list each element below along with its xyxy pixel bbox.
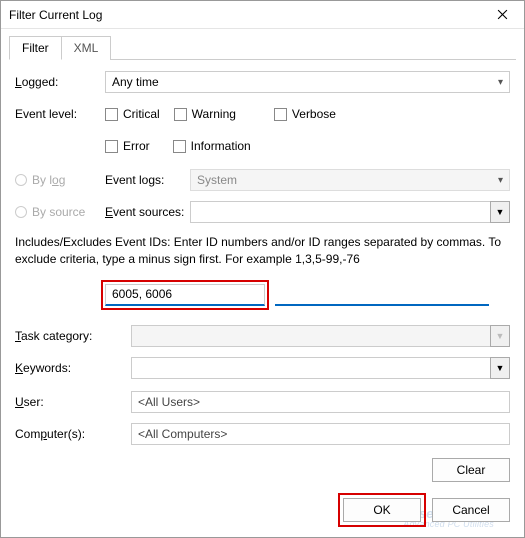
ok-button[interactable]: OK [343,498,421,522]
task-category-select[interactable]: ▼ [131,325,510,347]
input-underline [275,304,489,306]
cancel-button[interactable]: Cancel [432,498,510,522]
radio-by-log: By log [15,173,105,187]
dropdown-button: ▼ [490,325,510,347]
chevron-down-icon: ▾ [498,175,503,186]
logged-value: Any time [112,75,159,89]
checkbox-icon [105,108,118,121]
event-id-instructions: Includes/Excludes Event IDs: Enter ID nu… [15,234,510,268]
checkbox-icon [274,108,287,121]
label-event-logs: Event logs: [105,173,190,187]
label-computers: Computer(s): [15,427,131,441]
chevron-down-icon: ▾ [498,77,503,88]
event-sources-select[interactable]: ▼ [190,201,510,223]
clear-button[interactable]: Clear [432,458,510,482]
window-title: Filter Current Log [9,8,102,22]
checkbox-label-information: Information [191,139,251,153]
computers-input[interactable]: <All Computers> [131,423,510,445]
logged-select[interactable]: Any time ▾ [105,71,510,93]
radio-icon [15,174,27,186]
keywords-select[interactable]: ▼ [131,357,510,379]
checkbox-error[interactable]: Error [105,139,150,153]
user-input[interactable]: <All Users> [131,391,510,413]
label-event-sources: Event sources: [105,205,190,219]
event-ids-input[interactable] [105,284,265,306]
tab-content: Logged: Any time ▾ Event level: Critical… [1,60,524,492]
checkbox-information[interactable]: Information [173,139,251,153]
checkbox-label-verbose: Verbose [292,107,336,121]
task-category-value [131,325,490,347]
tab-strip: Filter XML [9,35,516,60]
dropdown-button[interactable]: ▼ [490,357,510,379]
dialog-footer: OK Cancel [338,493,510,527]
highlight-ok: OK [338,493,426,527]
event-sources-value [190,201,490,223]
label-user: User: [15,395,131,409]
label-event-level: Event level: [15,107,105,121]
checkbox-icon [173,140,186,153]
tab-xml[interactable]: XML [61,36,112,60]
checkbox-critical[interactable]: Critical [105,107,160,121]
radio-label-by-source: By source [32,205,85,219]
checkbox-warning[interactable]: Warning [174,107,236,121]
radio-label-by-log: By log [32,173,65,187]
checkbox-label-critical: Critical [123,107,160,121]
radio-by-source: By source [15,205,105,219]
checkbox-verbose[interactable]: Verbose [274,107,336,121]
close-button[interactable] [482,2,522,28]
label-logged: Logged: [15,75,105,89]
label-task-category: Task category: [15,329,131,343]
label-keywords: Keywords: [15,361,131,375]
close-icon [497,9,508,20]
checkbox-icon [174,108,187,121]
tab-filter[interactable]: Filter [9,36,62,60]
highlight-event-ids [101,280,269,310]
event-logs-select: System ▾ [190,169,510,191]
titlebar: Filter Current Log [1,1,524,29]
checkbox-label-error: Error [123,139,150,153]
checkbox-label-warning: Warning [192,107,236,121]
keywords-value [131,357,490,379]
dropdown-button[interactable]: ▼ [490,201,510,223]
event-logs-value: System [197,173,237,187]
checkbox-icon [105,140,118,153]
radio-icon [15,206,27,218]
